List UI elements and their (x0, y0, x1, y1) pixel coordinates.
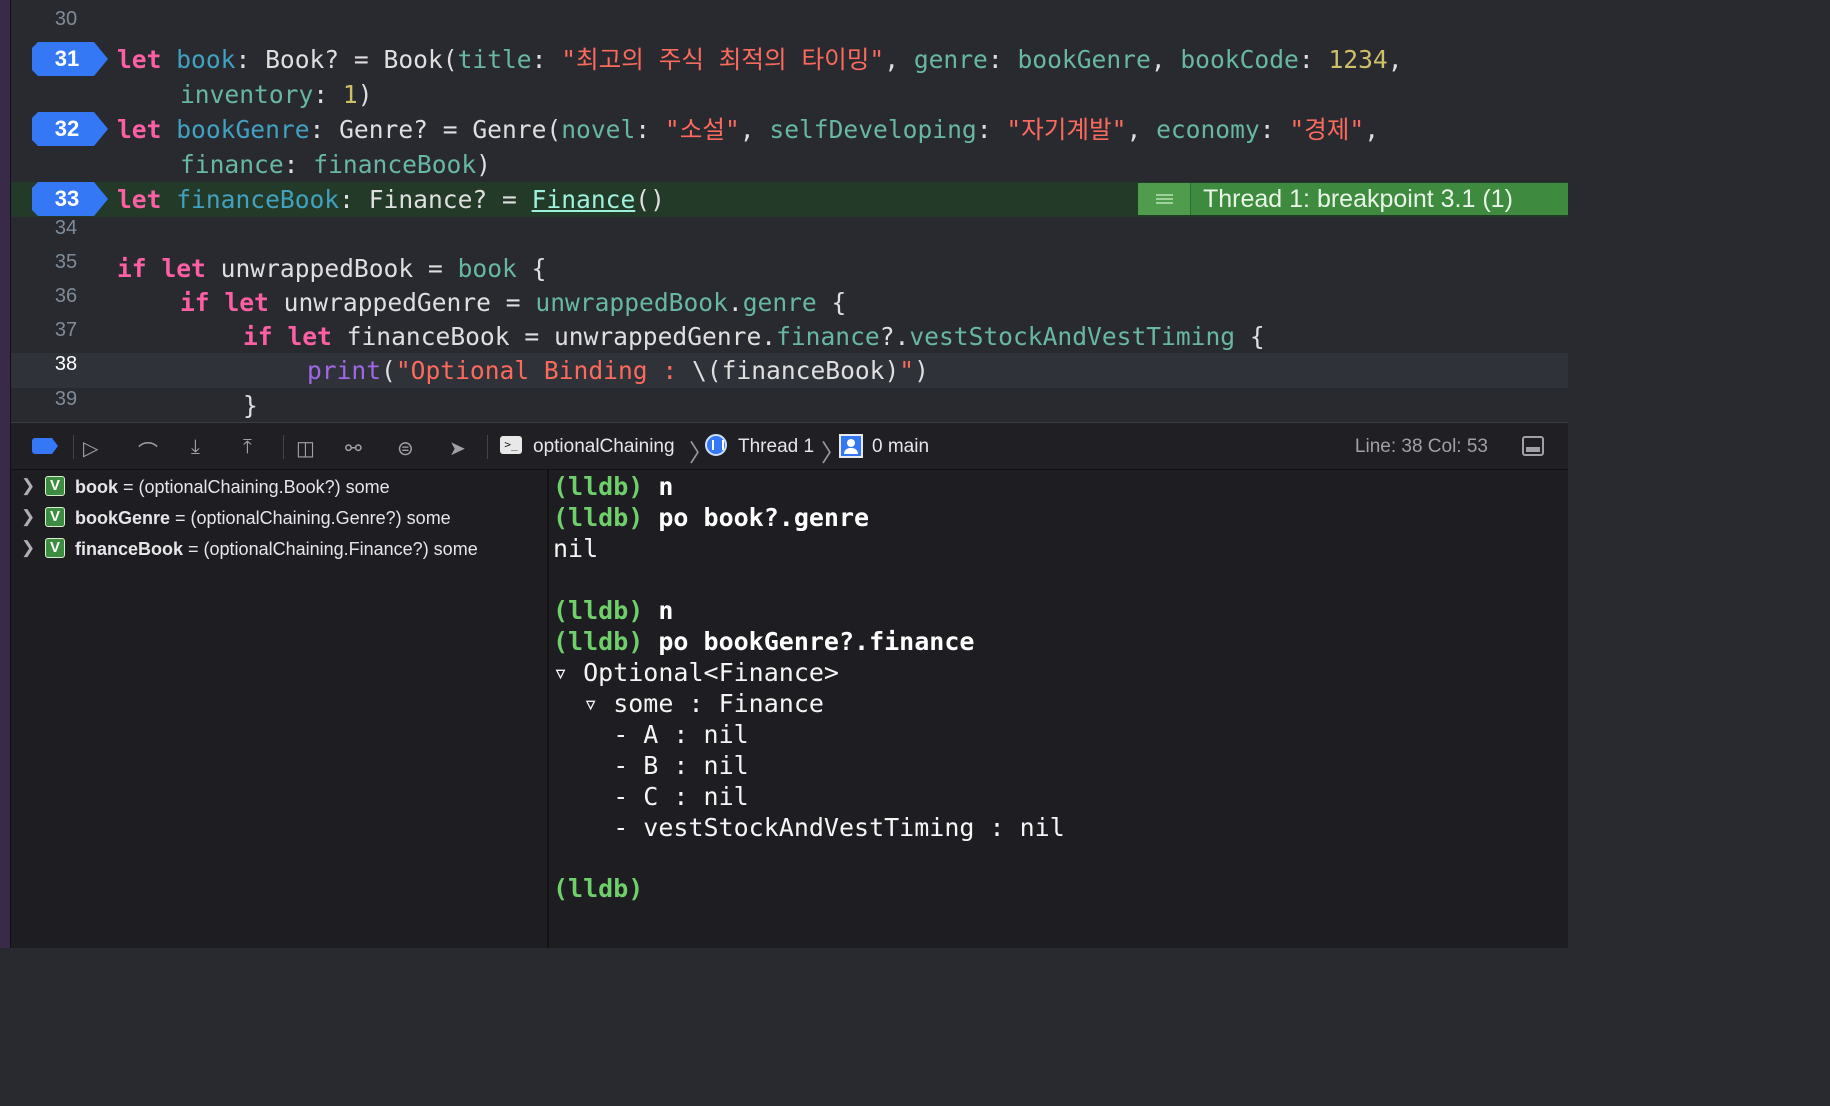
code-line-31-wrap[interactable]: inventory: 1) (11, 77, 1568, 112)
code-line-32[interactable]: 32 let bookGenre: Genre? = Genre(novel: … (11, 112, 1568, 147)
breakpoint-marker[interactable]: 33 (32, 182, 108, 216)
line-number: 39 (54, 388, 78, 410)
variable-row[interactable]: ❯ V book = (optionalChaining.Book?) some (11, 473, 547, 501)
code-line-38[interactable]: 38 print("Optional Binding : \(financeBo… (11, 353, 1568, 388)
code-text: if let financeBook = unwrappedGenre.fina… (243, 322, 1265, 351)
variable-badge-icon: V (45, 476, 65, 496)
code-line-30[interactable]: 30 (11, 8, 1568, 43)
code-text: let book: Book? = Book(title: "최고의 주식 최적… (117, 45, 1403, 74)
line-number: 38 (54, 353, 78, 375)
line-number: 34 (54, 217, 78, 239)
variable-badge-icon: V (45, 507, 65, 527)
disclosure-chevron-icon[interactable]: ❯ (21, 476, 35, 496)
lines-icon[interactable] (1138, 183, 1191, 215)
debug-bar: ▷ ⌒ ⤓ ⤒ ◫ ⚯ ⊜ ➤ >_ optionalChaining 〉 Th… (11, 422, 1568, 470)
breakpoint-annotation-text: Thread 1: breakpoint 3.1 (1) (1203, 185, 1513, 213)
source-editor[interactable]: 30 31 let book: Book? = Book(title: "최고의… (11, 0, 1568, 422)
console-line: ▿ some : Finance (553, 689, 824, 718)
terminal-icon: >_ (500, 436, 522, 454)
console-line: (lldb) n (553, 596, 674, 625)
step-out-icon[interactable]: ⤒ (243, 436, 252, 459)
window-edge (0, 0, 11, 948)
code-text: inventory: 1) (180, 80, 373, 109)
continue-icon[interactable]: ▷ (83, 436, 98, 461)
code-text: if let unwrappedBook = book { (117, 254, 547, 283)
variable-text: bookGenre = (optionalChaining.Genre?) so… (75, 508, 451, 528)
code-line-34[interactable]: 34 (11, 217, 1568, 252)
console-line: (lldb) po bookGenre?.finance (553, 627, 975, 656)
code-line-39[interactable]: 39 } (11, 388, 1568, 422)
line-number: 36 (54, 285, 78, 307)
thread-icon (705, 434, 727, 456)
variable-text: book = (optionalChaining.Book?) some (75, 477, 390, 497)
variable-text: financeBook = (optionalChaining.Finance?… (75, 539, 478, 559)
console-line: (lldb) n (553, 472, 674, 501)
code-text: print("Optional Binding : \(financeBook)… (307, 356, 929, 385)
line-number: 30 (54, 8, 78, 30)
user-frame-icon (839, 434, 863, 458)
environment-overrides-icon[interactable]: ⊜ (397, 436, 414, 461)
code-text: if let unwrappedGenre = unwrappedBook.ge… (180, 288, 847, 317)
console-line: - C : nil (553, 782, 749, 811)
disclosure-chevron-icon[interactable]: ❯ (21, 538, 35, 558)
console-line: nil (553, 534, 599, 563)
code-line-37[interactable]: 37 if let financeBook = unwrappedGenre.f… (11, 319, 1568, 354)
debug-console[interactable]: (lldb) n (lldb) po book?.genre nil (lldb… (549, 470, 1568, 948)
code-text: } (243, 391, 258, 420)
variable-row[interactable]: ❯ V financeBook = (optionalChaining.Fina… (11, 535, 547, 563)
hide-console-icon[interactable] (1522, 436, 1544, 456)
breadcrumb-target[interactable]: optionalChaining (533, 436, 675, 458)
code-line-36[interactable]: 36 if let unwrappedGenre = unwrappedBook… (11, 285, 1568, 320)
code-line-32-wrap[interactable]: finance: financeBook) (11, 147, 1568, 182)
memory-graph-icon[interactable]: ⚯ (345, 436, 362, 461)
code-text: let financeBook: Finance? = Finance() (117, 185, 665, 214)
console-line: - A : nil (553, 720, 749, 749)
view-debugger-icon[interactable]: ◫ (296, 436, 315, 461)
code-line-35[interactable]: 35 if let unwrappedBook = book { (11, 251, 1568, 286)
breakpoint-annotation[interactable]: Thread 1: breakpoint 3.1 (1) (1138, 183, 1568, 215)
line-number: 37 (54, 319, 78, 341)
console-line: - vestStockAndVestTiming : nil (553, 813, 1065, 842)
line-col-indicator: Line: 38 Col: 53 (1354, 436, 1488, 457)
variable-row[interactable]: ❯ V bookGenre = (optionalChaining.Genre?… (11, 504, 547, 532)
console-line: (lldb) po book?.genre (553, 503, 870, 532)
breakpoints-toggle-icon[interactable] (32, 438, 58, 454)
variables-view[interactable]: ❯ V book = (optionalChaining.Book?) some… (11, 470, 547, 948)
step-over-icon[interactable]: ⌒ (138, 436, 158, 465)
breadcrumb-thread[interactable]: Thread 1 (738, 436, 814, 458)
breakpoint-marker[interactable]: 32 (32, 112, 108, 146)
breadcrumb-frame[interactable]: 0 main (872, 436, 929, 458)
code-line-31[interactable]: 31 let book: Book? = Book(title: "최고의 주식… (11, 42, 1568, 77)
disclosure-chevron-icon[interactable]: ❯ (21, 507, 35, 527)
variable-badge-icon: V (45, 538, 65, 558)
console-prompt[interactable]: (lldb) (553, 874, 643, 903)
step-into-icon[interactable]: ⤓ (191, 436, 200, 459)
console-line: ▿ Optional<Finance> (553, 658, 839, 687)
console-line: - B : nil (553, 751, 749, 780)
line-number: 35 (54, 251, 78, 273)
breakpoint-marker[interactable]: 31 (32, 42, 108, 76)
code-text: finance: financeBook) (180, 150, 491, 179)
code-text: let bookGenre: Genre? = Genre(novel: "소설… (117, 115, 1380, 144)
location-icon[interactable]: ➤ (449, 436, 466, 461)
